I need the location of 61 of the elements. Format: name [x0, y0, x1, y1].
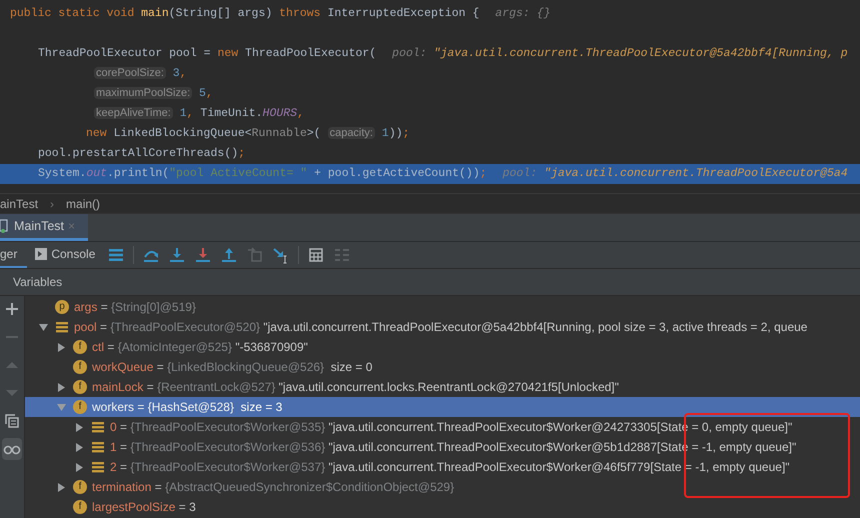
tree-row[interactable]: f workQueue = {LinkedBlockingQueue@526} size = 0	[25, 357, 860, 377]
inline-value-hint: pool: "java.util.concurrent.ThreadPoolExecutor@5a42bbf4[Running, p	[392, 46, 848, 62]
tree-row[interactable]: f ctl = {AtomicInteger@525} "-536870909"	[25, 337, 860, 357]
expand-arrow-icon[interactable]	[56, 382, 66, 392]
tree-row[interactable]: f workers = {HashSet@528} size = 3	[25, 397, 860, 417]
variable-entry: largestPoolSize = 3	[92, 499, 196, 516]
object-icon	[92, 421, 104, 433]
inline-value-hint: pool: "java.util.concurrent.ThreadPoolExecutor@5a4	[502, 166, 848, 182]
variable-entry: pool = {ThreadPoolExecutor@520} "java.util.concurrent.ThreadPoolExecutor@5a42bbf4[Running, pool size = 3, active threads = 2, queue	[74, 319, 808, 336]
code-line: ThreadPoolExecutor pool = new ThreadPoolExecutor(	[38, 46, 376, 62]
field-icon: f	[73, 380, 87, 394]
debugger-tab[interactable]: Console	[27, 242, 104, 268]
breadcrumb-item[interactable]: ainTest	[0, 194, 38, 212]
code-line: keepAliveTime: 1, TimeUnit.HOURS,	[94, 106, 304, 122]
plus-icon	[5, 302, 19, 316]
tree-row[interactable]: f termination = {AbstractQueuedSynchronizer$ConditionObject@529}	[25, 477, 860, 497]
expand-arrow-icon[interactable]	[56, 342, 66, 352]
glasses-toggle-button[interactable]	[2, 438, 22, 460]
session-tab[interactable]: MainTest ×	[0, 214, 88, 241]
inline-value-hint: args: {}	[495, 6, 551, 22]
variable-entry: mainLock = {ReentrantLock@527} "java.util.concurrent.locks.ReentrantLock@270421f5[Unlocked]"	[92, 379, 619, 396]
variable-entry: workers = {HashSet@528} size = 3	[92, 399, 282, 416]
code-line: public static void main(String[] args) throws InterruptedException {	[10, 6, 480, 22]
expand-arrow-icon[interactable]	[74, 462, 84, 472]
code-line: System.out.println("pool ActiveCount= " + pool.getActiveCount());	[38, 166, 487, 182]
collapse-arrow-icon[interactable]	[38, 322, 48, 332]
panel-title: Variables	[13, 274, 62, 291]
copy-icon	[5, 414, 19, 428]
variable-entry: ctl = {AtomicInteger@525} "-536870909"	[92, 339, 308, 356]
tree-row[interactable]: f mainLock = {ReentrantLock@527} "java.util.concurrent.locks.ReentrantLock@270421f5[Unlocked]"	[25, 377, 860, 397]
breadcrumb-item[interactable]: main()	[66, 194, 100, 212]
variable-entry: args = {String[0]@519}	[74, 299, 197, 316]
variable-entry: workQueue = {LinkedBlockingQueue@526} size = 0	[92, 359, 372, 376]
code-line: pool.prestartAllCoreThreads();	[38, 146, 246, 162]
field-icon: f	[73, 360, 87, 374]
parameter-icon: p	[55, 300, 69, 314]
variable-entry: termination = {AbstractQueuedSynchronizer$ConditionObject@529}	[92, 479, 456, 496]
calculator-icon[interactable]	[307, 246, 326, 264]
expand-arrow-icon[interactable]	[74, 422, 84, 432]
glasses-icon	[3, 443, 21, 455]
tree-row[interactable]: pool = {ThreadPoolExecutor@520} "java.util.concurrent.ThreadPoolExecutor@5a42bbf4[Running, pool size = 3, active threads = 2, queue	[25, 317, 860, 337]
field-icon: f	[73, 340, 87, 354]
field-icon: f	[73, 480, 87, 494]
step-out-icon[interactable]	[220, 246, 238, 264]
list-icon[interactable]	[107, 246, 126, 264]
console-icon	[35, 248, 48, 260]
field-icon: f	[73, 400, 87, 414]
code-line: new LinkedBlockingQueue<Runnable>( capacity: 1));	[86, 126, 410, 142]
step-into-icon[interactable]	[168, 246, 186, 264]
expand-arrow-icon[interactable]	[56, 482, 66, 492]
tab-label: MainTest	[14, 218, 64, 235]
expand-arrow-icon[interactable]	[74, 442, 84, 452]
force-step-into-icon[interactable]	[194, 246, 212, 264]
object-icon	[92, 461, 104, 473]
breadcrumb-separator: ›	[50, 196, 54, 212]
object-icon	[92, 441, 104, 453]
tree-row[interactable]: p args = {String[0]@519}	[25, 297, 860, 317]
object-icon	[56, 321, 68, 333]
run-config-icon	[0, 219, 10, 233]
field-icon: f	[73, 500, 87, 514]
tree-row[interactable]: f largestPoolSize = 3	[25, 497, 860, 517]
